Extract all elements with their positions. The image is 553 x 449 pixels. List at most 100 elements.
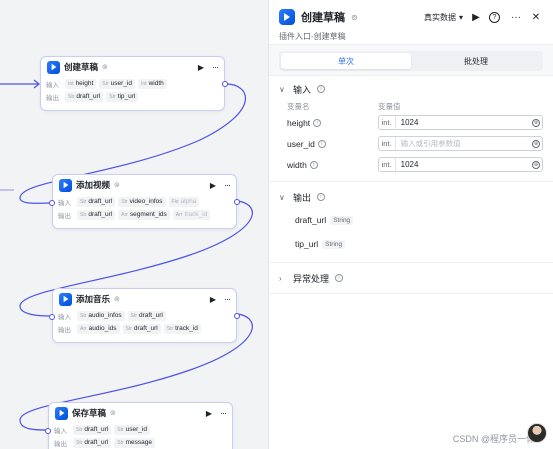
more-options-icon[interactable]: ··· [220,408,227,418]
variable-reference-icon[interactable]: ⊕ [530,137,542,150]
reference-icon: ⊚ [110,410,116,417]
input-port[interactable] [45,428,51,434]
plugin-logo-icon [279,9,295,25]
node-title: 创建草稿 [64,62,99,72]
more-options-icon[interactable]: ··· [224,180,231,190]
mode-tabs-bar: 单次 批处理 [269,44,553,76]
node-create-draft[interactable]: 创建草稿 ⊚ ▶ ··· 输入 Int height Str user_id Int… [40,56,228,111]
variable-reference-icon[interactable]: ⊕ [530,158,542,171]
user-id-field[interactable]: int. 输入或引用参数值 ⊕ [377,136,543,151]
param-tag: Arr audio_ids [77,323,120,334]
param-tag: Str user_id [99,78,135,89]
run-node-icon[interactable]: ▶ [210,181,216,190]
error-section-header[interactable]: › 异常处理 i [279,267,543,289]
help-icon[interactable]: ? [489,11,503,23]
param-tag: Int height [65,78,97,89]
height-field[interactable]: int. 1024 ⊕ [377,115,543,130]
plugin-logo-icon [59,292,72,306]
param-tag: Flo alpha [168,196,200,207]
panel-title: 创建草稿 [301,12,345,24]
mode-tabs: 单次 批处理 [279,51,543,71]
caret-down-icon: ▾ [458,12,463,22]
width-input[interactable]: 1024 [396,160,530,169]
param-tag: Str draft_url [127,310,166,321]
param-tag: Str user_id [114,424,150,435]
reference-icon: ⊚ [351,12,358,22]
param-tag: Str track_id [163,323,201,334]
input-port[interactable] [49,314,55,320]
node-outputs-row: 输出 Arr audio_ids Str draft_url Str track_id [53,322,236,335]
type-badge: String [322,239,346,249]
input-row-height: height i int. 1024 ⊕ [279,112,543,133]
workflow-canvas[interactable]: 创建草稿 ⊚ ▶ ··· 输入 Int height Str user_id Int… [0,0,268,449]
height-input[interactable]: 1024 [396,118,530,127]
more-options-icon[interactable]: ··· [212,62,219,72]
output-section: ∨ 输出 i draft_url String tip_url String [269,182,553,256]
node-inputs-row: 输入 Str audio_infos Str draft_url [53,309,236,322]
watermark: CSDN @程序员一休 [452,434,535,444]
avatar[interactable] [527,423,547,443]
param-tag: Int width [138,78,167,89]
output-section-header[interactable]: ∨ 输出 i [279,186,543,208]
column-headers: 变量名 变量值 [287,101,401,111]
input-row-width: width i int. 1024 ⊕ [279,154,543,175]
info-icon: i [309,160,318,169]
variable-reference-icon[interactable]: ⊕ [530,116,542,129]
tab-batch[interactable]: 批处理 [411,53,541,69]
input-section-header[interactable]: ∨ 输入 i [279,78,543,100]
run-node-icon[interactable]: ▶ [210,295,216,304]
more-options-icon[interactable]: ··· [224,294,231,304]
info-icon: i [317,193,326,201]
info-icon: i [313,118,322,127]
type-selector[interactable]: int. [379,137,396,150]
node-inputs-row: 输入 Str draft_url Str video_infos Flo alpha [53,195,236,208]
node-test-panel: 创建草稿 ⊚ 真实数据 ▾ ▶ ? ··· ✕ 插件入口-创建草稿 单次 批处理 … [268,0,553,449]
info-icon: i [317,139,326,148]
output-port[interactable] [234,199,240,205]
output-row: tip_url String [279,232,543,256]
run-node-icon[interactable]: ▶ [206,409,212,418]
param-tag: Str draft_url [77,209,116,220]
run-icon[interactable]: ▶ [469,12,483,23]
node-add-videos[interactable]: 添加视频 ⊚ ▶ ··· 输入 Str draft_url Str video_in… [49,174,240,229]
input-row-user-id: user_id i int. 输入或引用参数值 ⊕ [279,133,543,154]
param-tag: Str draft_url [77,196,116,207]
input-port[interactable] [49,200,55,206]
type-selector[interactable]: int. [379,158,396,171]
error-section: › 异常处理 i [269,263,553,289]
panel-subtitle: 插件入口-创建草稿 [279,32,346,41]
param-tag: Str tip_url [106,91,139,102]
type-selector[interactable]: int. [379,116,396,129]
param-tag: Arr track_id [172,209,211,220]
node-title: 添加音乐 [76,294,111,304]
type-badge: String [330,215,354,225]
node-add-audios[interactable]: 添加音乐 ⊚ ▶ ··· 输入 Str audio_infos Str draft_… [49,288,240,343]
input-section: ∨ 输入 i 变量名 变量值 height i int. 1024 ⊕ user_… [269,76,553,175]
param-tag: Str video_infos [118,196,166,207]
node-save-draft[interactable]: 保存草稿 ⊚ ▶ ··· 输入 Str draft_url Str user_id … [45,402,233,449]
data-mode-dropdown[interactable]: 真实数据 ▾ [424,12,463,23]
reference-icon: ⊚ [114,296,120,303]
close-icon[interactable]: ✕ [529,12,543,23]
chevron-down-icon: ∨ [279,84,285,94]
node-title: 添加视频 [76,180,111,190]
more-options-icon[interactable]: ··· [509,12,523,23]
output-row: draft_url String [279,208,543,232]
node-inputs-row: 输入 Int height Str user_id Int width [41,77,224,90]
node-outputs-row: 输出 Str draft_url Str tip_url [41,90,224,103]
reference-icon: ⊚ [114,182,120,189]
tab-single[interactable]: 单次 [281,53,411,69]
user-id-input[interactable]: 输入或引用参数值 [396,138,530,149]
reference-icon: ⊚ [102,64,108,71]
output-port[interactable] [222,81,228,87]
node-title: 保存草稿 [72,408,107,418]
node-outputs-row: 输出 Str draft_url Str message [49,436,232,449]
run-node-icon[interactable]: ▶ [198,63,204,72]
node-inputs-row: 输入 Str draft_url Str user_id [49,423,232,436]
info-icon: i [317,85,326,93]
output-port[interactable] [234,313,240,319]
width-field[interactable]: int. 1024 ⊕ [377,157,543,172]
divider [269,293,553,294]
plugin-logo-icon [59,178,72,192]
param-tag: Str message [114,437,156,448]
